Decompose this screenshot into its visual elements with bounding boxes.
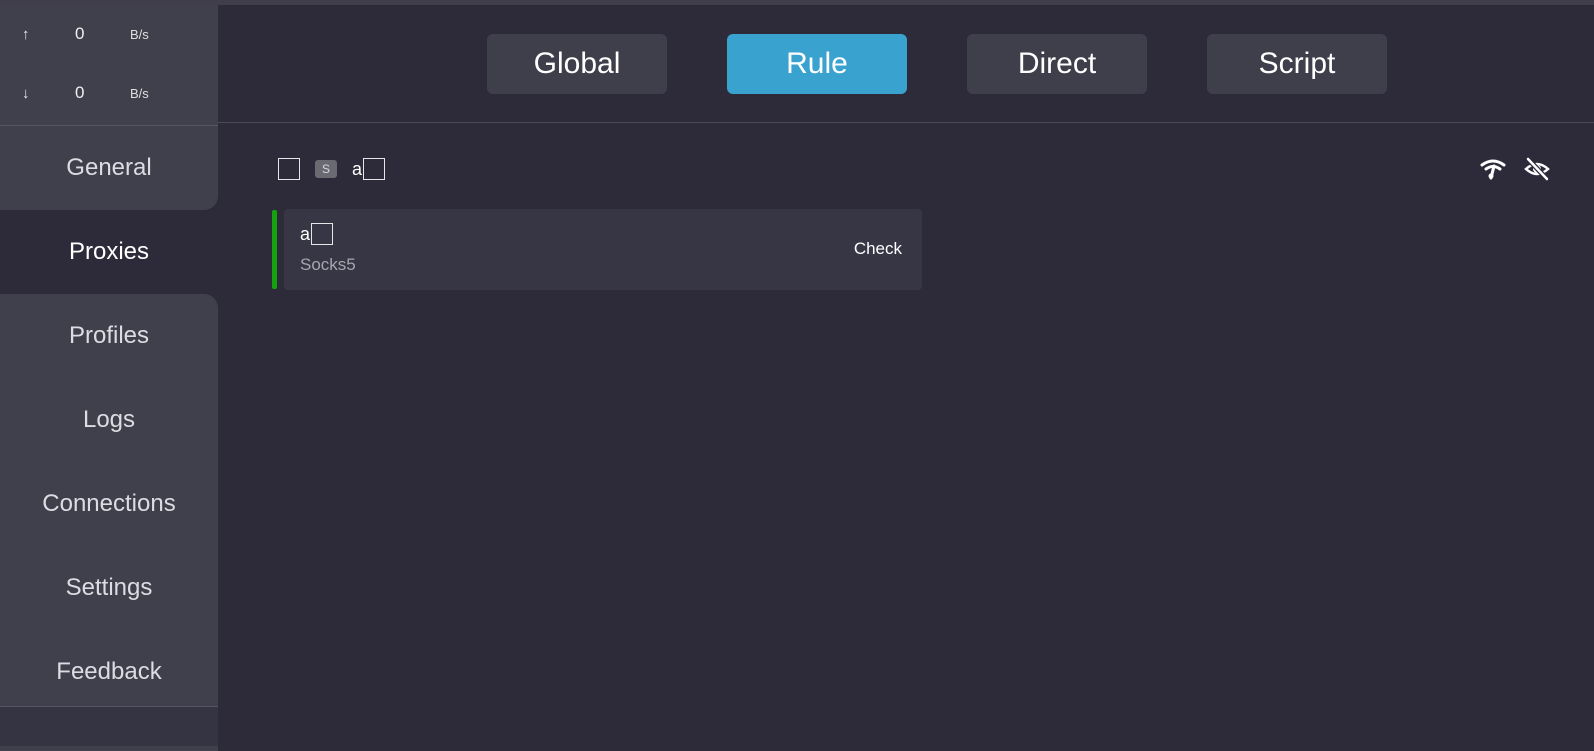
sidebar-item-profiles[interactable]: Profiles	[0, 294, 218, 378]
proxy-type: Socks5	[300, 255, 356, 274]
download-arrow-icon: ↓	[22, 84, 30, 102]
traffic-panel: ↑ 0 B/s ↓ 0 B/s	[0, 5, 218, 126]
sidebar-item-general[interactable]: General	[0, 126, 218, 210]
sidebar-footer	[0, 707, 218, 746]
upload-unit: B/s	[130, 26, 149, 42]
wifi-speed-icon[interactable]	[1480, 156, 1506, 182]
sidebar-item-connections[interactable]: Connections	[0, 462, 218, 546]
group-toolbar	[1480, 156, 1550, 182]
group-name: a	[352, 158, 386, 180]
download-unit: B/s	[130, 85, 149, 101]
mode-global-button[interactable]: Global	[487, 34, 667, 94]
sidebar-item-proxies[interactable]: Proxies	[0, 210, 218, 294]
sidebar-item-logs[interactable]: Logs	[0, 378, 218, 462]
proxy-card[interactable]: a Socks5 Check	[284, 209, 922, 290]
download-speed: ↓ 0 B/s	[0, 78, 218, 108]
sidebar: ↑ 0 B/s ↓ 0 B/s General Proxies Profiles…	[0, 5, 218, 751]
mode-direct-button[interactable]: Direct	[967, 34, 1147, 94]
upload-value: 0	[75, 24, 85, 43]
proxy-name-glyph	[311, 223, 334, 245]
sidebar-item-settings[interactable]: Settings	[0, 546, 218, 630]
group-type-badge: S	[315, 160, 337, 178]
eye-off-icon[interactable]	[1524, 156, 1550, 182]
mode-rule-button[interactable]: Rule	[727, 34, 907, 94]
proxy-name: a	[300, 223, 334, 245]
upload-speed: ↑ 0 B/s	[0, 19, 218, 49]
app-window: ↑ 0 B/s ↓ 0 B/s General Proxies Profiles…	[0, 0, 1594, 751]
sidebar-nav: General Proxies Profiles Logs Connection…	[0, 126, 218, 714]
download-value: 0	[75, 83, 85, 102]
proxy-group-header[interactable]: S a	[278, 157, 386, 181]
group-name-glyph	[363, 158, 386, 180]
group-name-text: a	[352, 159, 363, 179]
upload-arrow-icon: ↑	[22, 25, 30, 43]
proxy-status-bar	[272, 210, 277, 289]
group-icon	[278, 158, 300, 180]
check-button[interactable]: Check	[854, 239, 902, 259]
mode-script-button[interactable]: Script	[1207, 34, 1387, 94]
sidebar-item-feedback[interactable]: Feedback	[0, 630, 218, 714]
proxy-name-text: a	[300, 224, 311, 244]
mode-header: Global Rule Direct Script	[218, 5, 1594, 123]
